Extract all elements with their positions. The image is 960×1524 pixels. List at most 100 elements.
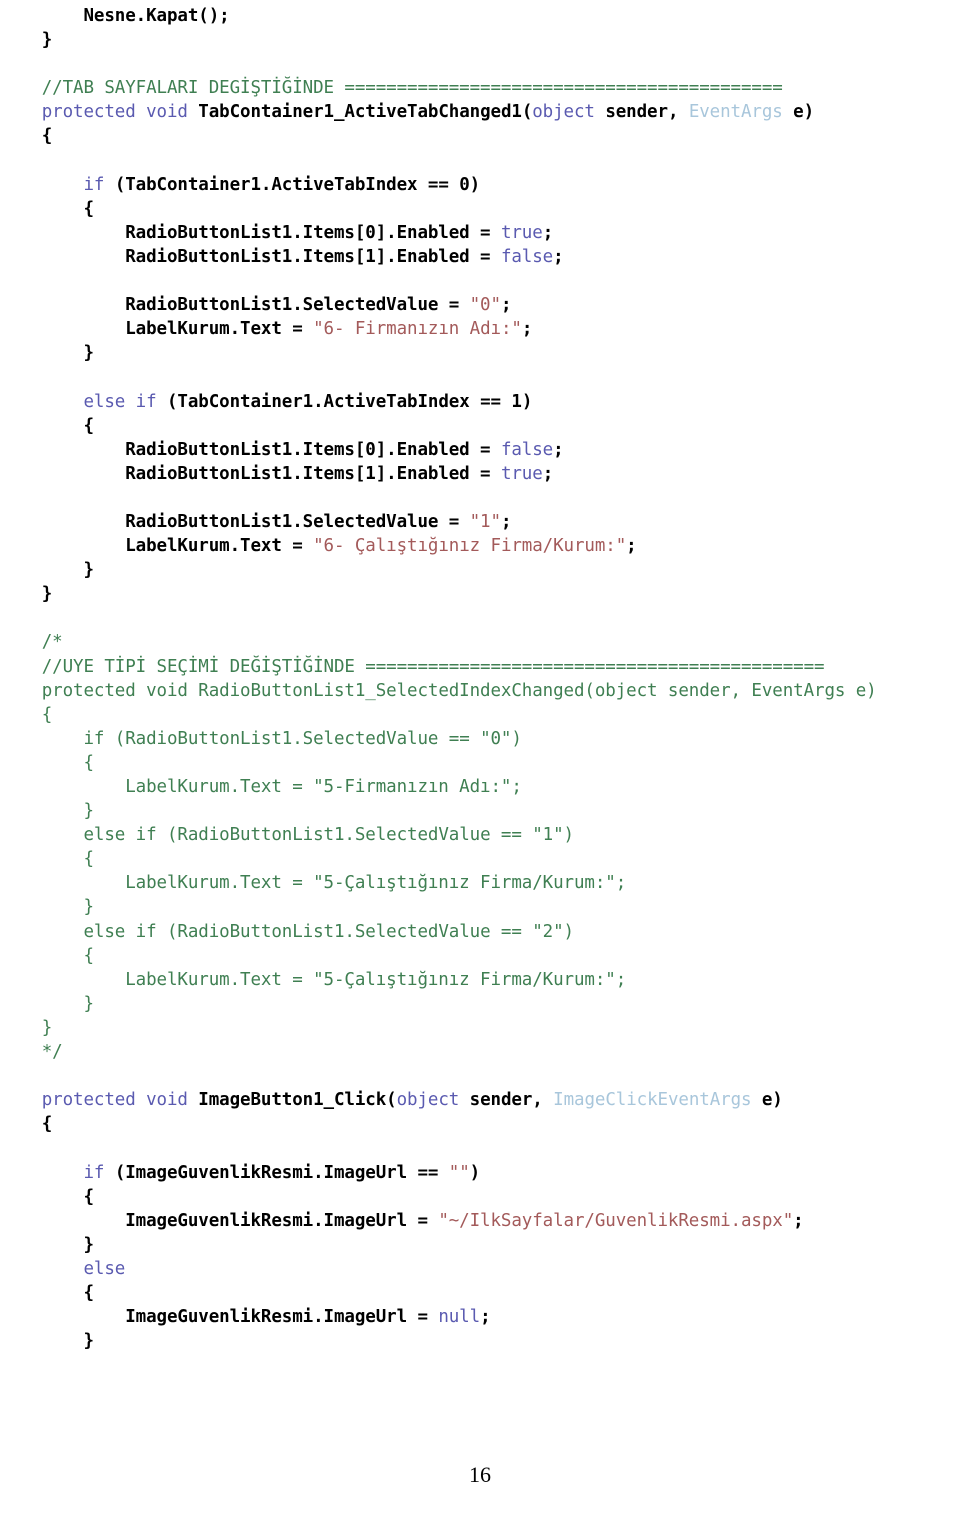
- code-token-str: "6- Çalıştığınız Firma/Kurum:": [313, 536, 627, 557]
- code-line: }: [0, 558, 960, 582]
- code-line: */: [0, 1040, 960, 1064]
- code-line: RadioButtonList1.Items[0].Enabled = fals…: [0, 438, 960, 462]
- code-token-id: RadioButtonList1.Items[1].Enabled =: [0, 463, 501, 484]
- code-token-id: LabelKurum.Text =: [0, 536, 314, 557]
- code-token-id: ImageGuvenlikResmi.ImageUrl =: [0, 1307, 439, 1328]
- code-line: LabelKurum.Text = "5-Firmanızın Adı:";: [0, 775, 960, 799]
- page-number: 16: [469, 1462, 491, 1487]
- code-token-id: RadioButtonList1.SelectedValue =: [0, 511, 470, 532]
- code-token-id: {: [83, 415, 95, 436]
- code-token-id: RadioButtonList1.SelectedValue =: [0, 295, 470, 316]
- code-token-cm: }: [0, 993, 95, 1014]
- code-line: }: [0, 895, 960, 919]
- code-token-id: RadioButtonList1.Items[1].Enabled =: [0, 246, 501, 267]
- code-token-cm: {: [0, 945, 95, 966]
- code-line: {: [0, 1185, 960, 1209]
- code-line: {: [0, 703, 960, 727]
- code-token-cm: {: [0, 752, 95, 773]
- code-line: {: [0, 1281, 960, 1305]
- code-line: LabelKurum.Text = "5-Çalıştığınız Firma/…: [0, 871, 960, 895]
- code-token-id: ;: [500, 511, 512, 532]
- code-token-kw: protected void: [0, 1090, 199, 1111]
- code-token-pl: ,: [667, 102, 689, 123]
- code-line: {: [0, 847, 960, 871]
- code-token-id: sender: [605, 102, 668, 123]
- code-token-id: sender: [469, 1090, 533, 1111]
- code-token-id: (TabContainer1.ActiveTabIndex == 1): [167, 391, 533, 412]
- code-line: RadioButtonList1.Items[1].Enabled = fals…: [0, 245, 960, 269]
- code-token-kw: else: [0, 1258, 126, 1279]
- code-line: LabelKurum.Text = "6- Çalıştığınız Firma…: [0, 534, 960, 558]
- code-token-kw: object: [532, 102, 606, 123]
- code-line: }: [0, 28, 960, 52]
- code-line: else if (RadioButtonList1.SelectedValue …: [0, 823, 960, 847]
- code-line: }: [0, 799, 960, 823]
- code-token-str: "~/IlkSayfalar/GuvenlikResmi.aspx": [438, 1210, 794, 1231]
- code-token-pl: ,: [532, 1090, 554, 1111]
- code-token-id: ): [469, 1162, 481, 1183]
- document-page: Nesne.Kapat(); } //TAB SAYFALARI DEGİŞTİ…: [0, 0, 960, 1524]
- code-token-id: ;: [793, 1210, 804, 1231]
- code-token-cm: //TAB SAYFALARI DEGİŞTİĞİNDE ===========…: [0, 78, 783, 99]
- code-token-kw: false: [500, 439, 554, 460]
- code-line: {: [0, 197, 960, 221]
- code-token-id: RadioButtonList1.Items[0].Enabled =: [0, 222, 501, 243]
- code-token-cm: else if (RadioButtonList1.SelectedValue …: [0, 825, 575, 846]
- code-line: }: [0, 1016, 960, 1040]
- code-line: //TAB SAYFALARI DEGİŞTİĞİNDE ===========…: [0, 76, 960, 100]
- code-line: {: [0, 124, 960, 148]
- code-line: protected void RadioButtonList1_Selected…: [0, 679, 960, 703]
- code-token-id: ;: [521, 319, 533, 340]
- code-line: }: [0, 1233, 960, 1257]
- code-line: }: [0, 1329, 960, 1353]
- code-line: }: [0, 992, 960, 1016]
- code-token-id: (TabContainer1.ActiveTabIndex == 0): [114, 174, 481, 195]
- code-token-kw: else if: [0, 391, 167, 412]
- code-token-kw: true: [500, 222, 543, 243]
- code-token-cm: {: [0, 849, 95, 870]
- code-token-id: {: [83, 198, 95, 219]
- code-line: Nesne.Kapat();: [0, 4, 960, 28]
- code-token-cm: }: [0, 897, 95, 918]
- code-line: protected void ImageButton1_Click(object…: [0, 1088, 960, 1112]
- code-token-id: ;: [500, 295, 512, 316]
- code-line: LabelKurum.Text = "6- Firmanızın Adı:";: [0, 317, 960, 341]
- code-token-kw: false: [500, 246, 554, 267]
- code-line: {: [0, 944, 960, 968]
- code-token-cm: //UYE TİPİ SEÇİMİ DEĞİŞTİĞİNDE =========…: [0, 656, 825, 677]
- code-token-id: }: [83, 1331, 95, 1352]
- code-token-id: ImageButton1_Click: [198, 1090, 387, 1111]
- code-token-id: (ImageGuvenlikResmi.ImageUrl ==: [114, 1162, 449, 1183]
- code-token-kw: if: [0, 1162, 115, 1183]
- code-token-id: }: [83, 343, 95, 364]
- code-token-id: ;: [553, 439, 564, 460]
- code-token-id: {: [41, 126, 53, 147]
- code-token-id: ImageGuvenlikResmi.ImageUrl =: [0, 1210, 439, 1231]
- code-line: ImageGuvenlikResmi.ImageUrl = "~/IlkSayf…: [0, 1209, 960, 1233]
- code-token-id: e): [761, 1090, 783, 1111]
- code-line: RadioButtonList1.SelectedValue = "1";: [0, 510, 960, 534]
- code-line: RadioButtonList1.Items[1].Enabled = true…: [0, 462, 960, 486]
- code-token-cm: protected void RadioButtonList1_Selected…: [0, 680, 877, 701]
- code-token-id: {: [83, 1282, 95, 1303]
- code-line: LabelKurum.Text = "5-Çalıştığınız Firma/…: [0, 968, 960, 992]
- code-token-cm: /*: [0, 632, 63, 653]
- code-line: if (ImageGuvenlikResmi.ImageUrl == ""): [0, 1161, 960, 1185]
- code-token-str: "1": [469, 511, 501, 532]
- code-token-type: EventArgs: [688, 102, 794, 123]
